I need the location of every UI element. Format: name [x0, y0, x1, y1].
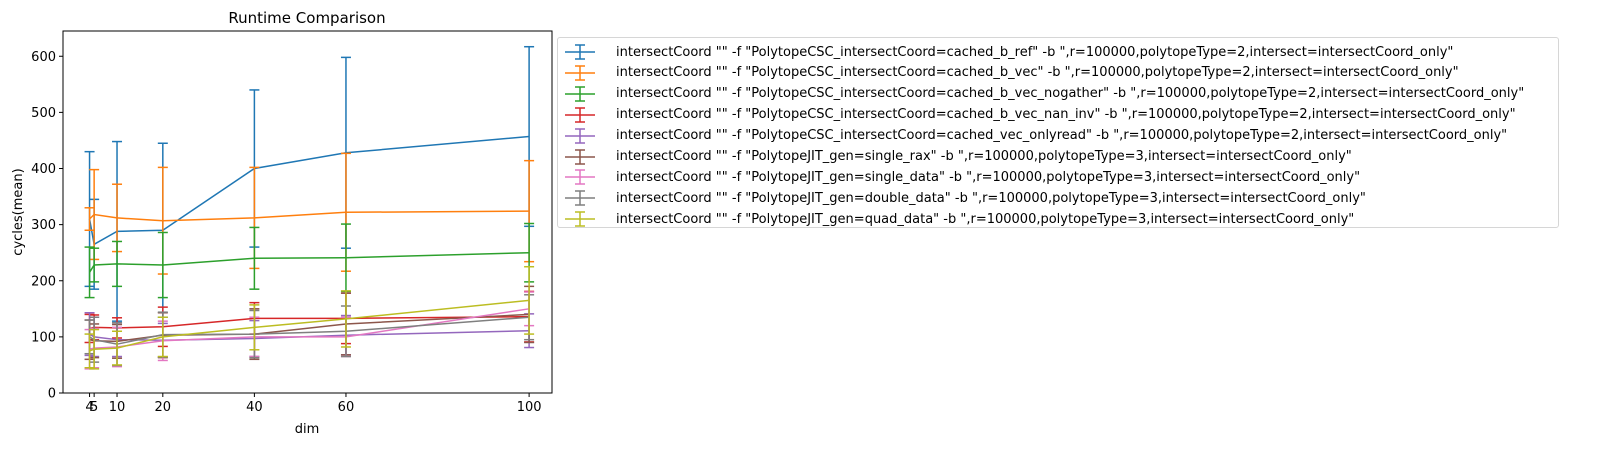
x-tick-label: 10 [109, 400, 126, 415]
legend-item: intersectCoord "" -f "PolytopeCSC_inters… [558, 84, 1524, 104]
legend-swatch [565, 106, 595, 123]
x-tick-label: 40 [246, 400, 263, 415]
chart-title: Runtime Comparison [228, 9, 385, 27]
legend-label: intersectCoord "" -f "PolytopeCSC_inters… [616, 128, 1508, 144]
x-axis-label: dim [295, 422, 320, 437]
legend-swatch [565, 169, 595, 186]
legend-swatch [565, 190, 595, 207]
y-tick-label: 100 [31, 330, 56, 345]
series-line [88, 251, 530, 273]
legend-item: intersectCoord "" -f "PolytopeJIT_gen=si… [558, 167, 1360, 187]
legend-label: intersectCoord "" -f "PolytopeCSC_inters… [616, 44, 1454, 60]
legend-label: intersectCoord "" -f "PolytopeCSC_inters… [616, 107, 1516, 123]
y-axis-label: cycles(mean) [11, 168, 26, 255]
series-line [89, 210, 530, 222]
legend-swatch [565, 86, 595, 102]
x-tick-label: 5 [90, 400, 98, 415]
legend-label: intersectCoord "" -f "PolytopeJIT_gen=si… [616, 149, 1352, 164]
x-tick-label: 100 [517, 400, 542, 415]
series-8 [84, 294, 535, 367]
legend-swatch [565, 65, 595, 81]
legend-label: intersectCoord "" -f "PolytopeJIT_gen=qu… [616, 211, 1355, 227]
legend-swatch [565, 127, 595, 144]
legend-item: intersectCoord "" -f "PolytopeCSC_inters… [558, 105, 1516, 125]
y-tick-label: 0 [48, 387, 56, 402]
plot-series [84, 45, 535, 370]
legend-item: intersectCoord "" -f "PolytopeJIT_gen=si… [558, 147, 1352, 167]
y-tick-label: 600 [31, 50, 56, 65]
series-2 [84, 152, 535, 275]
legend-label: intersectCoord "" -f "PolytopeJIT_gen=do… [616, 190, 1366, 206]
legend-label: intersectCoord "" -f "PolytopeCSC_inters… [616, 65, 1459, 81]
series-line [88, 135, 530, 246]
x-tick-label: 60 [338, 400, 355, 415]
y-tick-label: 500 [31, 106, 56, 121]
y-tick-label: 200 [31, 274, 56, 289]
x-axis: 45 10 20 40 60 100 [85, 393, 542, 415]
legend-swatch [565, 44, 595, 60]
legend-label: intersectCoord "" -f "PolytopeJIT_gen=si… [616, 169, 1361, 185]
series-7 [84, 291, 535, 370]
series-line [89, 299, 530, 352]
y-tick-label: 300 [31, 218, 56, 233]
series-3 [84, 222, 535, 299]
series-5 [84, 311, 535, 358]
y-axis: 0 100 200 300 400 500 600 [31, 50, 63, 402]
legend-item: intersectCoord "" -f "PolytopeJIT_gen=do… [558, 188, 1366, 208]
legend: intersectCoord "" -f "PolytopeCSC_inters… [557, 37, 1559, 228]
legend-item: intersectCoord "" -f "PolytopeCSC_inters… [558, 126, 1507, 146]
legend-item: intersectCoord "" -f "PolytopeJIT_gen=qu… [558, 209, 1354, 229]
series-line [89, 308, 530, 350]
x-tick-label: 20 [155, 400, 172, 415]
legend-label: intersectCoord "" -f "PolytopeCSC_inters… [616, 86, 1525, 102]
series-1 [84, 45, 535, 322]
y-tick-label: 400 [31, 162, 56, 177]
legend-item: intersectCoord "" -f "PolytopeCSC_inters… [558, 63, 1459, 83]
legend-swatch [565, 148, 595, 165]
legend-item: intersectCoord "" -f "PolytopeCSC_inters… [558, 42, 1453, 62]
legend-swatch [565, 211, 595, 227]
